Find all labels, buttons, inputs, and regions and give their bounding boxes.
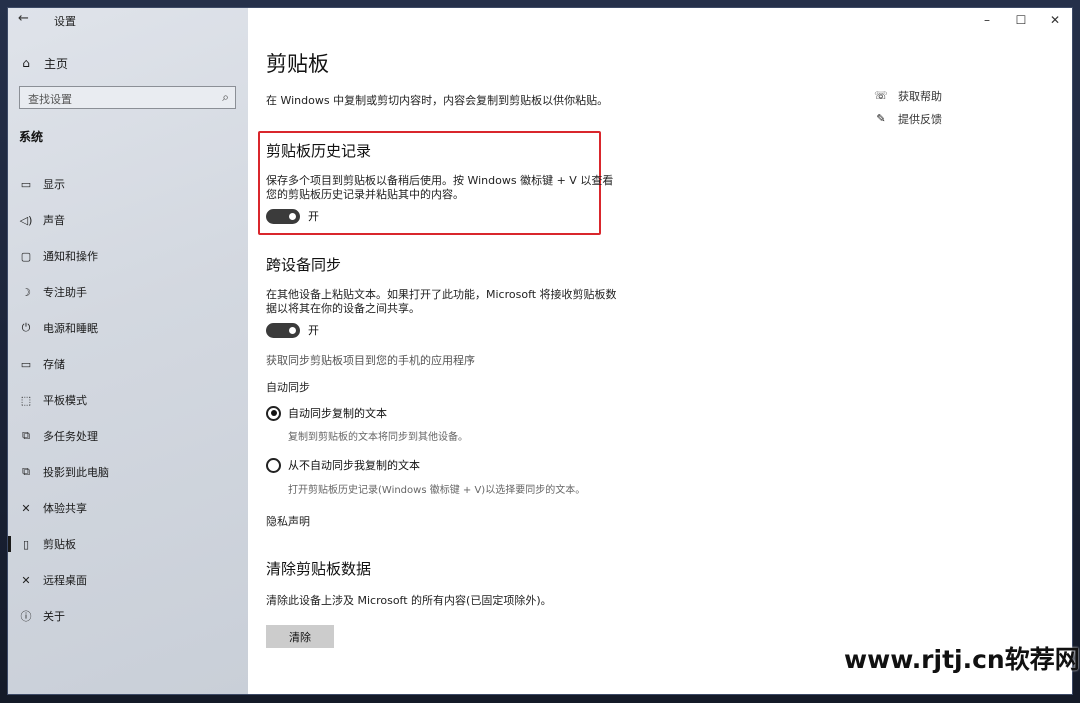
search-icon[interactable]: ⌕ — [222, 90, 229, 105]
notification-icon: ▢ — [20, 249, 32, 263]
remote-icon: ✕ — [21, 573, 31, 587]
sidebar-item-about[interactable]: ⓘ 关于 — [8, 598, 248, 634]
sidebar-item-display[interactable]: ▭ 显示 — [8, 166, 248, 202]
toggle-knob — [289, 326, 296, 334]
project-icon: ⧉ — [22, 465, 30, 478]
info-icon: ⓘ — [20, 610, 32, 623]
radio-auto-sync-desc: 复制到剪贴板的文本将同步到其他设备。 — [288, 432, 468, 443]
sidebar-item-label: 声音 — [43, 214, 65, 227]
sidebar-item-label: 专注助手 — [43, 286, 87, 299]
sidebar-item-label: 存储 — [43, 358, 65, 371]
sync-desc-line1: 在其他设备上粘贴文本。如果打开了此功能，Microsoft 将接收剪贴板数 — [266, 288, 617, 301]
tablet-icon: ⬚ — [20, 393, 32, 407]
sidebar: ← 设置 ⌂ 主页 查找设置 ⌕ 系统 ▭ 显示 ◁) 声音 ▢ 通知和操作 ☽… — [8, 8, 248, 694]
settings-window: ← 设置 ⌂ 主页 查找设置 ⌕ 系统 ▭ 显示 ◁) 声音 ▢ 通知和操作 ☽… — [8, 8, 1072, 694]
page-title: 剪贴板 — [266, 52, 329, 76]
clear-heading: 清除剪贴板数据 — [266, 560, 372, 578]
minimize-icon[interactable]: – — [970, 8, 1004, 32]
home-icon: ⌂ — [22, 56, 30, 70]
intro-text: 在 Windows 中复制或剪切内容时，内容会复制到剪贴板以供你粘贴。 — [266, 94, 609, 107]
sidebar-item-label: 关于 — [43, 610, 65, 623]
multitask-icon: ⧉ — [22, 429, 30, 442]
close-icon[interactable]: ✕ — [1038, 8, 1072, 32]
history-toggle[interactable]: 开 — [266, 208, 319, 224]
history-desc-line2: 您的剪贴板历史记录并粘贴其中的内容。 — [266, 188, 464, 201]
radio-button-checked[interactable] — [266, 405, 281, 421]
sync-desc-line2: 据以将其在你的设备之间共享。 — [266, 302, 420, 315]
sidebar-item-label: 通知和操作 — [43, 250, 98, 263]
feedback-icon: ✎ — [876, 112, 886, 125]
power-icon: ⏻ — [21, 321, 31, 334]
clipboard-icon: ▯ — [22, 537, 30, 551]
get-help-label: 获取帮助 — [898, 89, 942, 103]
sidebar-item-remote-desktop[interactable]: ✕ 远程桌面 — [8, 562, 248, 598]
sidebar-item-label: 显示 — [43, 178, 65, 191]
sidebar-item-label: 平板模式 — [43, 394, 87, 407]
sidebar-item-focus-assist[interactable]: ☽ 专注助手 — [8, 274, 248, 310]
history-desc-line1: 保存多个项目到剪贴板以备稍后使用。按 Windows 徽标键 + V 以查看 — [266, 174, 614, 187]
radio-never-sync[interactable]: 从不自动同步我复制的文本 — [266, 457, 420, 473]
sidebar-item-label: 剪贴板 — [43, 538, 76, 551]
speaker-icon: ◁) — [19, 213, 33, 227]
help-links: ☏ 获取帮助 ✎ 提供反馈 — [874, 84, 942, 130]
sidebar-item-label: 远程桌面 — [43, 574, 87, 587]
sidebar-item-home[interactable]: ⌂ 主页 — [18, 53, 238, 73]
radio-button[interactable] — [266, 457, 281, 473]
moon-icon: ☽ — [21, 285, 31, 299]
sidebar-item-label: 电源和睡眠 — [43, 322, 98, 335]
sidebar-item-label: 体验共享 — [43, 502, 87, 515]
titlebar-left: ← 设置 — [8, 8, 248, 32]
search-placeholder: 查找设置 — [28, 93, 72, 106]
main-content: – ☐ ✕ 剪贴板 在 Windows 中复制或剪切内容时，内容会复制到剪贴板以… — [248, 8, 1072, 694]
sidebar-item-clipboard[interactable]: ▯ 剪贴板 — [8, 526, 248, 562]
auto-sync-label: 自动同步 — [266, 381, 310, 394]
toggle-label: 开 — [308, 324, 319, 337]
clear-desc: 清除此设备上涉及 Microsoft 的所有内容(已固定项除外)。 — [266, 594, 552, 607]
help-chat-icon: ☏ — [874, 89, 888, 102]
storage-icon: ▭ — [20, 357, 32, 371]
search-input[interactable]: 查找设置 ⌕ — [19, 86, 236, 109]
radio-label: 从不自动同步我复制的文本 — [288, 459, 420, 472]
toggle-knob — [289, 212, 296, 220]
toggle-switch[interactable] — [266, 322, 300, 338]
give-feedback-link[interactable]: ✎ 提供反馈 — [874, 107, 942, 130]
sidebar-item-shared-experiences[interactable]: ✕ 体验共享 — [8, 490, 248, 526]
window-controls: – ☐ ✕ — [970, 8, 1072, 32]
sidebar-item-storage[interactable]: ▭ 存储 — [8, 346, 248, 382]
phone-app-link[interactable]: 获取同步剪贴板项目到您的手机的应用程序 — [266, 352, 475, 368]
give-feedback-label: 提供反馈 — [898, 112, 942, 126]
sidebar-item-tablet[interactable]: ⬚ 平板模式 — [8, 382, 248, 418]
back-arrow-icon[interactable]: ← — [18, 11, 38, 29]
radio-auto-sync[interactable]: 自动同步复制的文本 — [266, 405, 387, 421]
sidebar-item-power[interactable]: ⏻ 电源和睡眠 — [8, 310, 248, 346]
privacy-link[interactable]: 隐私声明 — [266, 513, 310, 529]
section-label: 系统 — [19, 130, 44, 144]
sidebar-item-projecting[interactable]: ⧉ 投影到此电脑 — [8, 454, 248, 490]
watermark-text: www.rjtj.cn软荐网 — [844, 645, 1080, 674]
radio-label: 自动同步复制的文本 — [288, 407, 387, 420]
toggle-label: 开 — [308, 210, 319, 223]
clear-button[interactable]: 清除 — [266, 625, 334, 648]
sync-toggle[interactable]: 开 — [266, 322, 319, 338]
radio-never-sync-desc: 打开剪贴板历史记录(Windows 徽标键 + V)以选择要同步的文本。 — [288, 485, 586, 496]
sidebar-item-sound[interactable]: ◁) 声音 — [8, 202, 248, 238]
toggle-switch[interactable] — [266, 208, 300, 224]
home-label: 主页 — [44, 56, 69, 71]
get-help-link[interactable]: ☏ 获取帮助 — [874, 84, 942, 107]
history-heading: 剪贴板历史记录 — [266, 142, 372, 160]
monitor-icon: ▭ — [20, 177, 32, 191]
maximize-icon[interactable]: ☐ — [1004, 8, 1038, 32]
window-title: 设置 — [54, 15, 76, 28]
sidebar-nav: ▭ 显示 ◁) 声音 ▢ 通知和操作 ☽ 专注助手 ⏻ 电源和睡眠 ▭ 存储 ⬚… — [8, 166, 248, 634]
sidebar-item-label: 投影到此电脑 — [43, 466, 109, 479]
share-icon: ✕ — [21, 501, 31, 515]
sidebar-item-label: 多任务处理 — [43, 430, 98, 443]
sidebar-item-notifications[interactable]: ▢ 通知和操作 — [8, 238, 248, 274]
sync-heading: 跨设备同步 — [266, 256, 342, 274]
sidebar-item-multitasking[interactable]: ⧉ 多任务处理 — [8, 418, 248, 454]
